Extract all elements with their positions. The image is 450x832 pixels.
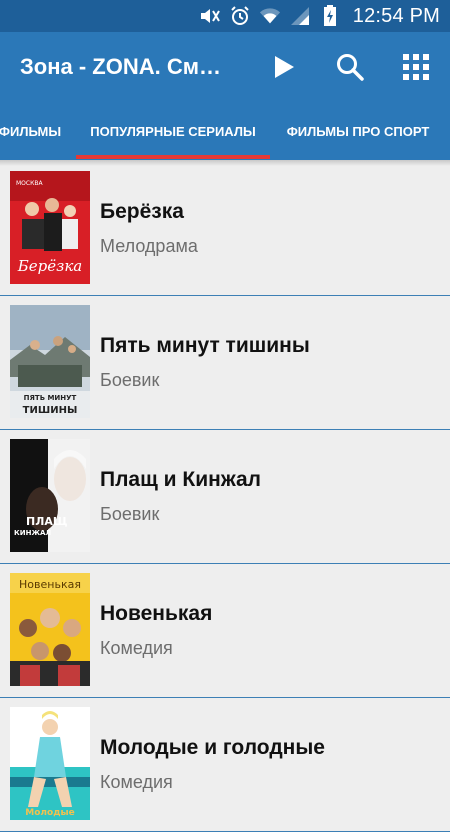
tab-films[interactable]: ФИЛЬМЫ [0, 102, 70, 160]
svg-text:ПЯТЬ МИНУТ: ПЯТЬ МИНУТ [24, 394, 77, 402]
play-icon[interactable] [268, 51, 300, 83]
list-item[interactable]: ПЯТЬ МИНУТ ТИШИНЫ Пять минут тишины Боев… [0, 296, 450, 430]
series-title[interactable]: Берёзка [100, 200, 184, 224]
grid-menu-icon[interactable] [400, 51, 432, 83]
tab-indicator [76, 155, 270, 159]
series-genre: Боевик [100, 504, 160, 524]
tab-sport-films[interactable]: ФИЛЬМЫ ПРО СПОРТ [278, 102, 438, 160]
series-genre: Мелодрама [100, 236, 198, 256]
alarm-icon [229, 5, 251, 27]
series-list: МОСКВА Берёзка Берёзка Мелодрама ПЯТЬ МИ… [0, 162, 450, 832]
poster-image: МОСКВА Берёзка [10, 171, 90, 284]
mute-icon [199, 5, 221, 27]
poster-image: Новенькая [10, 573, 90, 686]
tab-popular-series[interactable]: ПОПУЛЯРНЫЕ СЕРИАЛЫ [76, 102, 270, 160]
clock: 12:54 PM [352, 4, 440, 27]
list-item[interactable]: МОСКВА Берёзка Берёзка Мелодрама [0, 162, 450, 296]
signal-icon [289, 5, 311, 27]
wifi-icon [259, 5, 281, 27]
series-title[interactable]: Молодые и голодные [100, 736, 325, 760]
poster-image: Молодые [10, 707, 90, 820]
series-genre: Боевик [100, 370, 160, 390]
poster-text: Берёзка [17, 257, 82, 275]
svg-text:КИНЖАЛ: КИНЖАЛ [14, 529, 51, 537]
status-bar: 12:54 PM [0, 0, 450, 32]
list-item[interactable]: Новенькая Новенькая Комедия [0, 564, 450, 698]
svg-text:ТИШИНЫ: ТИШИНЫ [23, 405, 78, 416]
svg-text:ПЛАЩ: ПЛАЩ [26, 515, 67, 528]
app-title: Зона - ZONA. См… [20, 54, 222, 79]
app-actions [268, 32, 432, 102]
svg-text:Новенькая: Новенькая [19, 578, 81, 591]
series-genre: Комедия [100, 772, 173, 792]
series-genre: Комедия [100, 638, 173, 658]
series-title[interactable]: Новенькая [100, 602, 212, 626]
search-icon[interactable] [334, 51, 366, 83]
tab-bar: ФИЛЬМЫ ПОПУЛЯРНЫЕ СЕРИАЛЫ ФИЛЬМЫ ПРО СПО… [0, 102, 450, 160]
battery-icon [319, 5, 341, 27]
poster-image: ПЛАЩ КИНЖАЛ [10, 439, 90, 552]
app-bar: Зона - ZONA. См… [0, 32, 450, 102]
series-title[interactable]: Пять минут тишины [100, 334, 310, 358]
svg-text:Молодые: Молодые [25, 808, 74, 818]
series-title[interactable]: Плащ и Кинжал [100, 468, 261, 492]
list-item[interactable]: ПЛАЩ КИНЖАЛ Плащ и Кинжал Боевик [0, 430, 450, 564]
poster-image: ПЯТЬ МИНУТ ТИШИНЫ [10, 305, 90, 418]
list-item[interactable]: Молодые Молодые и голодные Комедия [0, 698, 450, 832]
svg-text:МОСКВА: МОСКВА [16, 180, 43, 187]
